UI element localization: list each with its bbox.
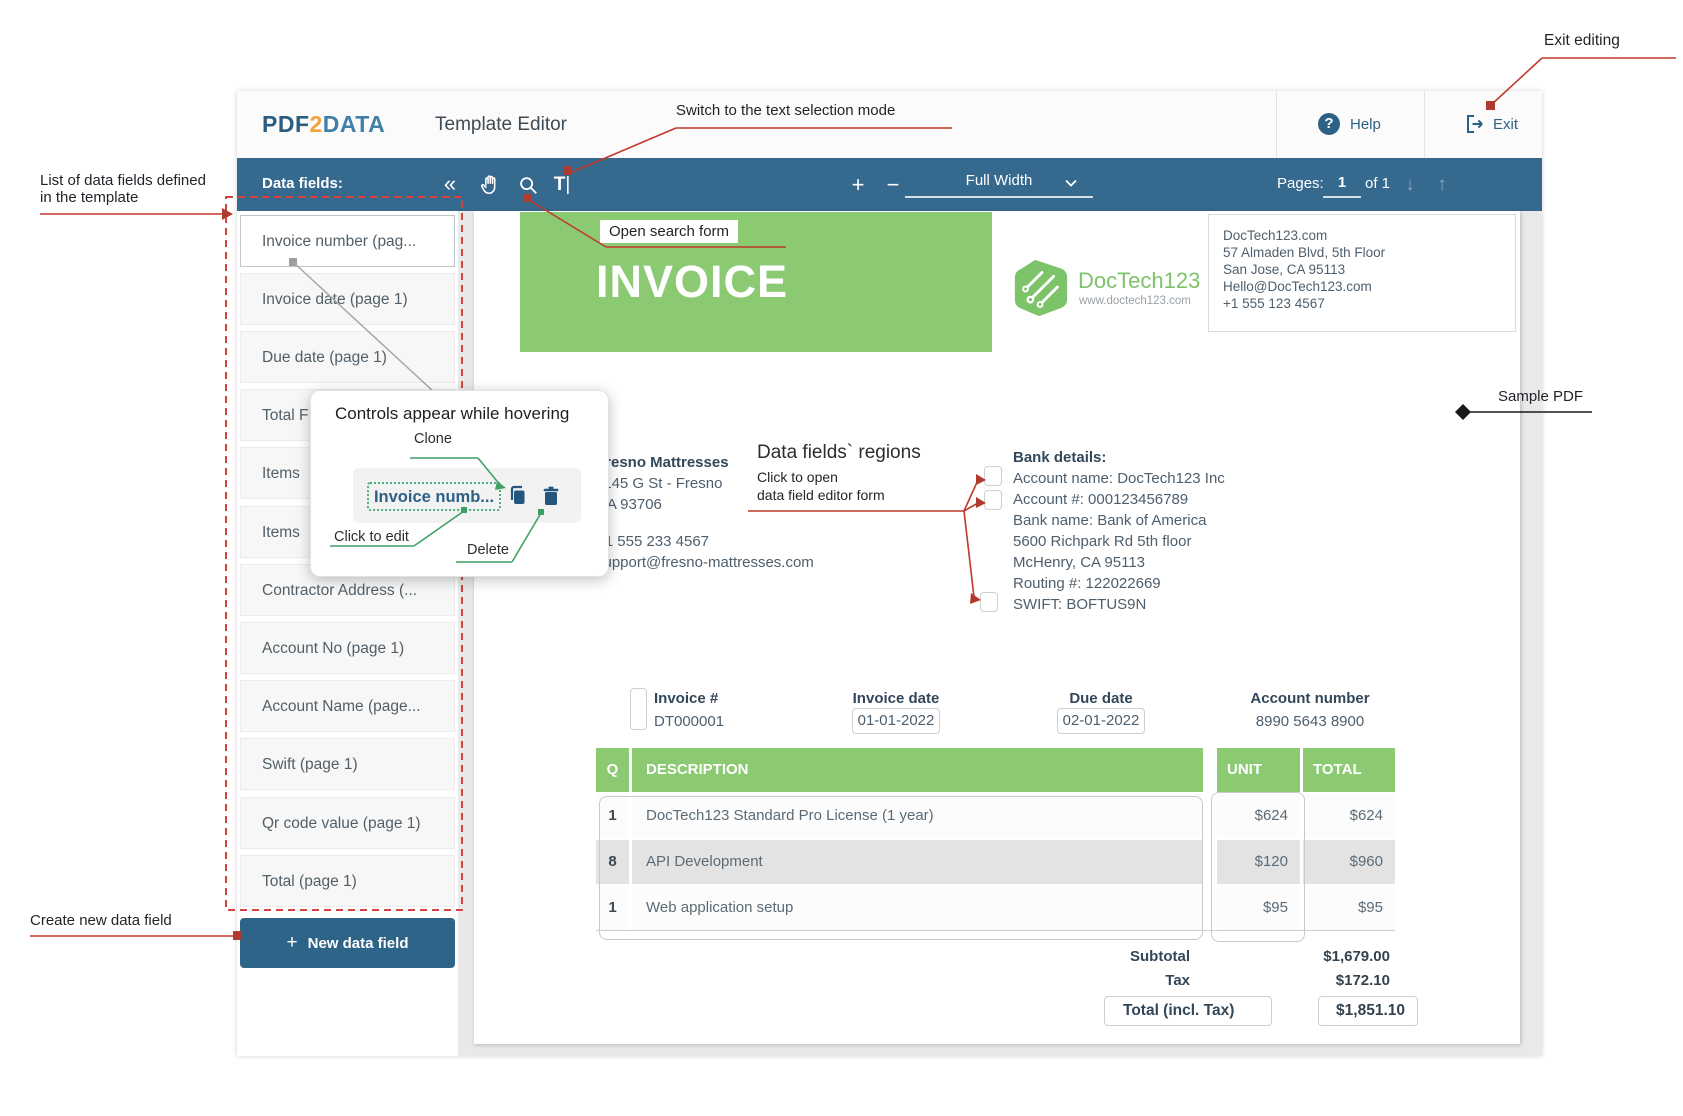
field-region-swift[interactable] xyxy=(980,592,998,612)
bank-details-block: Bank details: Account name: DocTech123 I… xyxy=(1013,447,1333,615)
collapse-sidebar-icon[interactable]: « xyxy=(437,172,463,198)
popup-delete-label: Delete xyxy=(467,542,509,558)
popup-title: Controls appear while hovering xyxy=(335,404,569,424)
search-icon[interactable] xyxy=(515,172,541,198)
table-header-description: DESCRIPTION xyxy=(632,748,1203,792)
field-region-account-no[interactable] xyxy=(984,490,1002,510)
header-divider xyxy=(1276,91,1277,158)
meta-value-account-number: 8990 5643 8900 xyxy=(1210,713,1410,730)
company-address-box: DocTech123.com 57 Almaden Blvd, 5th Floo… xyxy=(1208,214,1516,332)
field-region-unit-cost-column[interactable] xyxy=(1211,792,1305,942)
sidebar-item-swift[interactable]: Swift (page 1) xyxy=(240,738,455,790)
annotation-switch-text-mode: Switch to the text selection mode xyxy=(676,102,895,119)
annotation-data-field-regions: Data fields` regions Click to open data … xyxy=(757,442,921,503)
help-icon[interactable]: ? xyxy=(1318,113,1340,135)
meta-label-invoice-no: Invoice # xyxy=(654,690,718,707)
plus-icon: + xyxy=(287,932,298,953)
sidebar-item-invoice-date[interactable]: Invoice date (page 1) xyxy=(240,273,455,325)
table-header-total: TOTAL xyxy=(1303,748,1395,792)
sidebar-item-qr-code-value[interactable]: Qr code value (page 1) xyxy=(240,797,455,849)
table-header-unit-cost: UNIT COST xyxy=(1217,748,1300,792)
exit-button[interactable]: Exit xyxy=(1493,116,1518,133)
page-title: Template Editor xyxy=(435,114,567,136)
invoice-banner: INVOICE xyxy=(520,212,992,352)
annotation-list-of-fields: List of data fields defined in the templ… xyxy=(40,172,206,206)
subtotal-value: $1,679.00 xyxy=(1190,948,1390,965)
data-fields-heading: Data fields: xyxy=(262,175,343,192)
new-data-field-button[interactable]: +New data field xyxy=(240,918,455,968)
red-arrowhead xyxy=(222,208,233,220)
table-cell: $95 xyxy=(1303,886,1395,930)
page-count-label: of 1 xyxy=(1365,175,1390,192)
company-url: www.doctech123.com xyxy=(1079,295,1191,307)
clone-icon xyxy=(505,484,529,508)
field-region-total-value[interactable]: $1,851.10 xyxy=(1318,996,1418,1026)
page-up-icon[interactable]: ↑ xyxy=(1429,172,1455,198)
sidebar-item-due-date[interactable]: Due date (page 1) xyxy=(240,331,455,383)
page-number-input[interactable]: 1 xyxy=(1323,170,1361,198)
annotation-exit-editing: Exit editing xyxy=(1544,32,1620,50)
sidebar-item-account-name[interactable]: Account Name (page... xyxy=(240,680,455,732)
invoice-title: INVOICE xyxy=(520,212,992,308)
tax-label: Tax xyxy=(990,972,1190,989)
trash-icon xyxy=(539,484,563,508)
help-button[interactable]: Help xyxy=(1350,116,1381,133)
exit-icon[interactable] xyxy=(1462,112,1486,136)
popup-field-pill: Invoice numb... xyxy=(353,468,581,523)
text-selection-mode-icon[interactable]: T| xyxy=(549,172,575,198)
zoom-out-icon[interactable]: − xyxy=(880,172,906,198)
logo-part-pdf: PDF xyxy=(262,111,310,137)
pages-label: Pages: xyxy=(1277,175,1324,192)
pdf2data-logo: PDF2DATA xyxy=(262,111,385,138)
header-divider xyxy=(1424,91,1425,158)
field-region-invoice-number[interactable] xyxy=(630,688,647,730)
annotation-create-new-field: Create new data field xyxy=(30,912,172,929)
controls-hover-popup: Controls appear while hovering Clone Inv… xyxy=(310,390,609,577)
field-region-items[interactable] xyxy=(599,796,1203,940)
zoom-in-icon[interactable]: + xyxy=(845,172,871,198)
doctech-logo-icon xyxy=(1010,257,1072,319)
sidebar-data-fields: Invoice number (pag... Invoice date (pag… xyxy=(237,211,458,1056)
logo-part-2: 2 xyxy=(310,111,323,137)
field-region-invoice-date[interactable]: 01-01-2022 xyxy=(852,708,940,734)
meta-label-due-date: Due date xyxy=(1001,690,1201,707)
sidebar-item-invoice-number[interactable]: Invoice number (pag... xyxy=(240,215,455,267)
subtotal-label: Subtotal xyxy=(990,948,1190,965)
popup-field-name: Invoice numb... xyxy=(367,482,501,511)
tax-value: $172.10 xyxy=(1190,972,1390,989)
meta-label-invoice-date: Invoice date xyxy=(796,690,996,707)
pan-hand-icon[interactable] xyxy=(477,172,503,198)
company-name: DocTech123 xyxy=(1078,268,1200,294)
page-down-icon[interactable]: ↓ xyxy=(1397,172,1423,198)
screenshot-stage: PDF2DATA Template Editor ? Help Exit Dat… xyxy=(0,0,1683,1116)
sidebar-item-total[interactable]: Total (page 1) xyxy=(240,855,455,907)
meta-value-invoice-no: DT000001 xyxy=(654,713,724,730)
popup-click-to-edit-label: Click to edit xyxy=(334,529,409,545)
field-region-account-name[interactable] xyxy=(984,466,1002,486)
popup-clone-label: Clone xyxy=(414,431,452,447)
annotation-open-search: Open search form xyxy=(600,220,738,243)
pdf-viewer: INVOICE DocTech123 www.doctech123.com xyxy=(458,211,1542,1056)
field-region-due-date[interactable]: 02-01-2022 xyxy=(1057,708,1145,734)
table-cell: $960 xyxy=(1303,840,1395,884)
meta-label-account-number: Account number xyxy=(1210,690,1410,707)
sidebar-item-account-no[interactable]: Account No (page 1) xyxy=(240,622,455,674)
field-region-total-label[interactable]: Total (incl. Tax) xyxy=(1104,996,1272,1026)
pdf-page: INVOICE DocTech123 www.doctech123.com xyxy=(474,211,1520,1044)
toolbar: Data fields: « T| + − Full Width Pages: … xyxy=(237,158,1542,211)
annotation-sample-pdf: Sample PDF xyxy=(1498,388,1583,405)
logo-part-data: DATA xyxy=(323,111,385,137)
chevron-down-icon xyxy=(1065,179,1077,187)
zoom-level-select[interactable]: Full Width xyxy=(905,170,1093,198)
table-header-q: Q xyxy=(596,748,629,792)
table-cell: $624 xyxy=(1303,794,1395,838)
